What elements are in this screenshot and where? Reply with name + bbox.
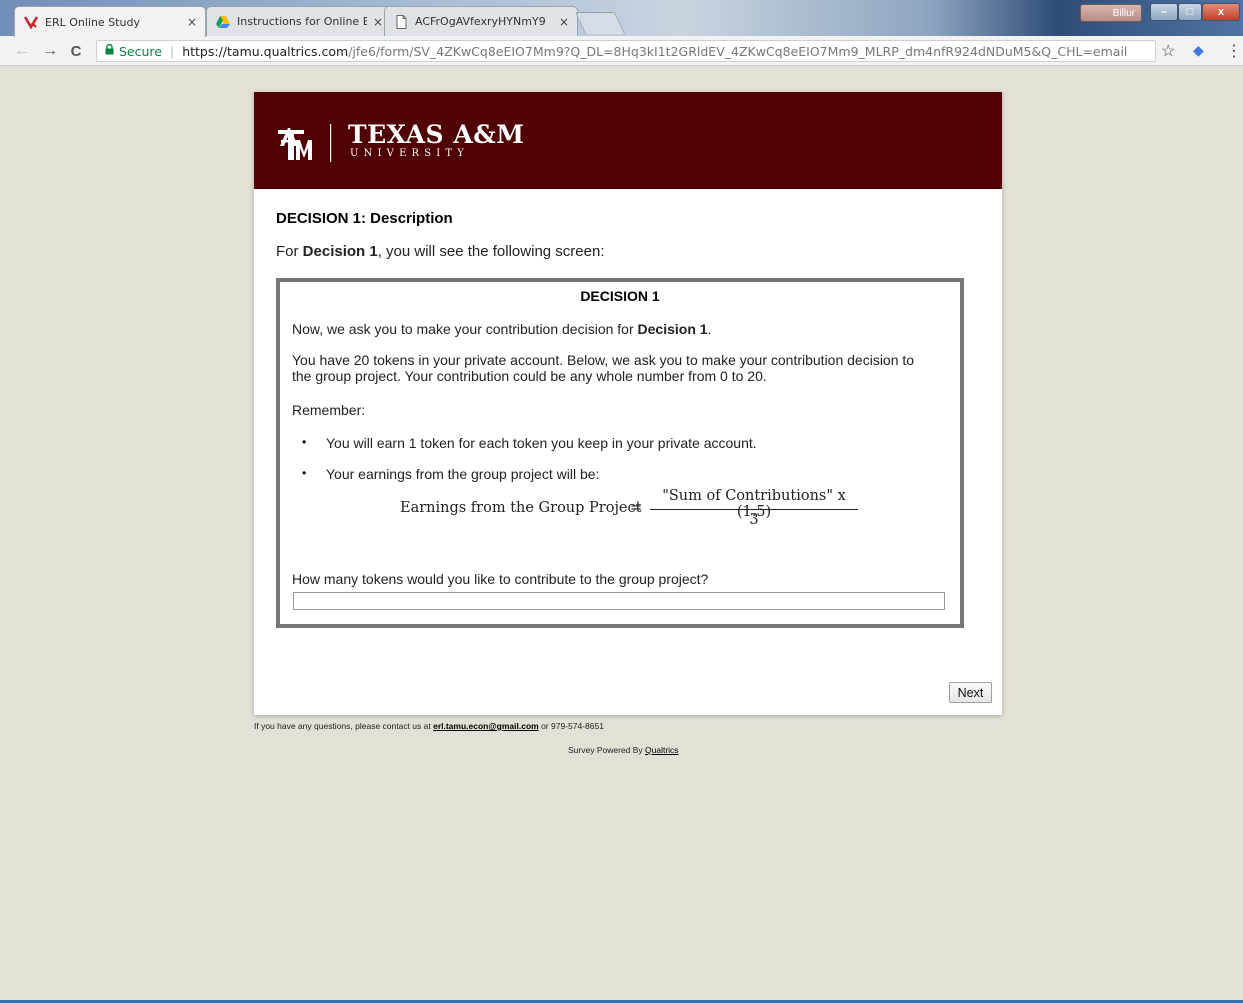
earnings-formula: Earnings from the Group Project = "Sum o… <box>400 488 860 528</box>
survey-card: TEXAS A&M U N I V E R S I T Y DECISION 1… <box>254 92 1002 715</box>
question-content: DECISION 1: Description For Decision 1, … <box>276 210 976 260</box>
intro-suffix: , you will see the following screen: <box>377 243 605 260</box>
extension-icon[interactable]: ◆ <box>1193 42 1204 59</box>
intro-bold: Decision 1 <box>302 243 378 260</box>
reload-button[interactable]: C <box>66 41 86 61</box>
brand-subtitle: U N I V E R S I T Y <box>350 148 465 159</box>
next-button[interactable]: Next <box>949 682 992 703</box>
decision-line: Now, we ask you to make your contributio… <box>292 321 952 337</box>
powered-by: Survey Powered By Qualtrics <box>568 745 679 755</box>
decision-line-suffix: . <box>707 321 712 337</box>
contribution-question: How many tokens would you like to contri… <box>292 571 709 587</box>
contact-email-link[interactable]: erl.tamu.econ@gmail.com <box>433 721 539 731</box>
formula-denominator: 3 <box>749 512 759 528</box>
decision-preview-box: DECISION 1 Now, we ask you to make your … <box>276 278 964 628</box>
tab-close-icon[interactable]: × <box>559 15 569 29</box>
tab-erl-online-study[interactable]: ERL Online Study × <box>14 6 206 37</box>
google-drive-favicon-icon <box>215 14 231 30</box>
contact-or: or <box>538 721 551 731</box>
tab-title: Instructions for Online E <box>237 15 367 28</box>
intro-prefix: For <box>276 243 303 260</box>
brand-name: TEXAS A&M <box>348 120 525 149</box>
browser-toolbar: ← → C Secure | https://tamu.qualtrics.co… <box>0 36 1243 66</box>
decision-line-bold: Decision 1 <box>637 321 708 337</box>
minimize-button[interactable]: – <box>1150 3 1178 21</box>
fraction-bar <box>650 509 858 510</box>
profile-name: Billur <box>1112 7 1135 19</box>
tokens-paragraph-line1: You have 20 tokens in your private accou… <box>292 352 915 368</box>
bullet-private-account: You will earn 1 token for each token you… <box>326 435 757 451</box>
bullet-marker: • <box>302 435 307 449</box>
contact-prefix: If you have any questions, please contac… <box>254 721 434 731</box>
lock-icon <box>105 43 114 58</box>
tokens-paragraph-line2: the group project. Your contribution cou… <box>292 368 767 384</box>
tab-close-icon[interactable]: × <box>187 15 197 29</box>
formula-equals: = <box>630 500 643 516</box>
bullet-marker: • <box>302 466 307 480</box>
tab-title: ACFrOgAVfexryHYNmY9 <box>415 15 546 28</box>
tab-document[interactable]: ACFrOgAVfexryHYNmY9 × <box>384 6 578 36</box>
secure-label: Secure <box>119 43 162 59</box>
back-button[interactable]: ← <box>12 41 32 61</box>
contribution-input[interactable] <box>293 592 945 610</box>
powered-prefix: Survey Powered By <box>568 745 646 755</box>
university-banner: TEXAS A&M U N I V E R S I T Y <box>254 92 1002 189</box>
close-window-button[interactable]: x <box>1202 3 1240 21</box>
url-host: https://tamu.qualtrics.com <box>182 43 349 59</box>
new-tab-button[interactable] <box>574 12 626 34</box>
bullet-group-project: Your earnings from the group project wil… <box>326 466 600 482</box>
tokens-paragraph: You have 20 tokens in your private accou… <box>292 352 952 384</box>
address-separator: | <box>169 43 175 59</box>
tab-title: ERL Online Study <box>45 15 140 29</box>
browser-titlebar: ERL Online Study × Instructions for Onli… <box>0 0 1243 37</box>
page-title: DECISION 1: Description <box>276 210 453 227</box>
address-bar[interactable]: Secure | https://tamu.qualtrics.com /jfe… <box>96 40 1156 62</box>
intro-text: For Decision 1, you will see the followi… <box>276 243 976 260</box>
browser-menu-icon[interactable]: ⋮ <box>1226 41 1242 61</box>
qualtrics-favicon-icon <box>23 14 39 30</box>
forward-button[interactable]: → <box>40 41 60 61</box>
remember-label: Remember: <box>292 402 366 418</box>
contact-phone: 979-574-8651 <box>550 721 604 731</box>
document-favicon-icon <box>393 14 409 30</box>
tab-close-icon[interactable]: × <box>373 15 383 29</box>
formula-lhs: Earnings from the Group Project <box>400 500 642 516</box>
qualtrics-link[interactable]: Qualtrics <box>645 745 679 755</box>
tab-instructions[interactable]: Instructions for Online E × <box>206 6 392 36</box>
decision-title: DECISION 1 <box>580 288 660 304</box>
url-path: /jfe6/form/SV_4ZKwCq8eEIO7Mm9?Q_DL=8Hq3k… <box>348 43 1128 59</box>
maximize-button[interactable]: □ <box>1178 3 1202 21</box>
bookmark-star-icon[interactable]: ☆ <box>1161 41 1175 61</box>
profile-button[interactable]: Billur <box>1080 4 1142 22</box>
decision-line-prefix: Now, we ask you to make your contributio… <box>292 321 638 337</box>
contact-footer: If you have any questions, please contac… <box>254 721 604 731</box>
